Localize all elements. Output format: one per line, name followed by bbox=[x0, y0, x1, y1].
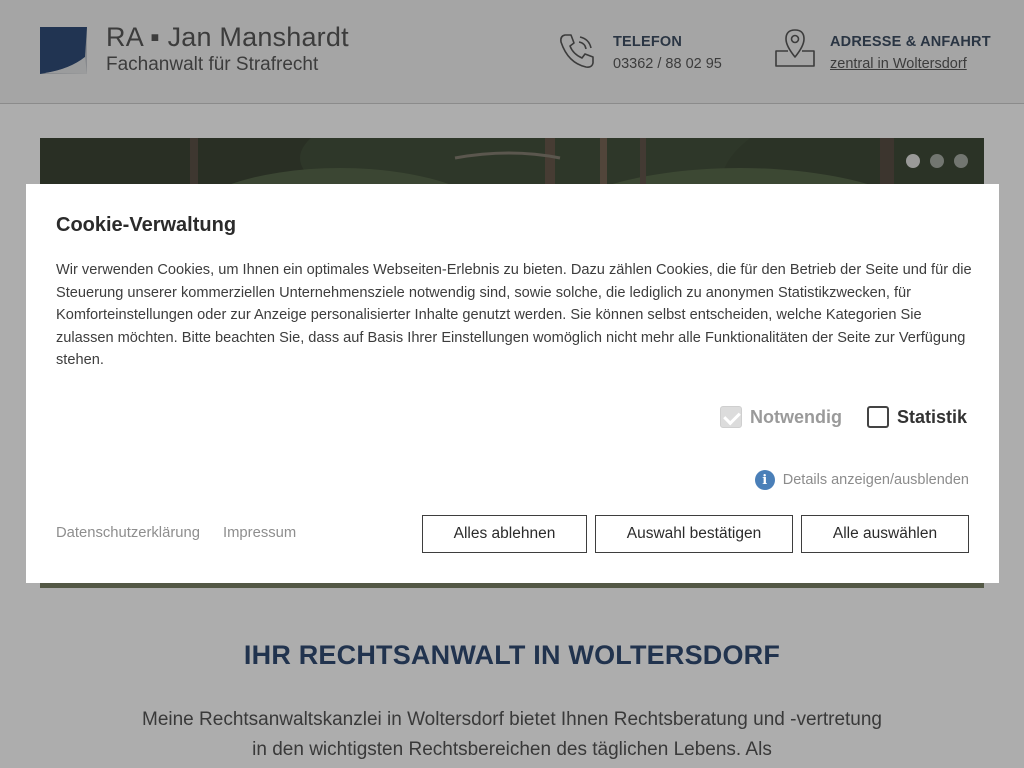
details-toggle-label[interactable]: Details anzeigen/ausblenden bbox=[783, 472, 969, 488]
option-statistics[interactable]: Statistik bbox=[867, 406, 967, 428]
required-checkbox bbox=[720, 406, 742, 428]
reject-all-button[interactable]: Alles ablehnen bbox=[422, 515, 587, 553]
info-icon[interactable]: i bbox=[754, 470, 775, 490]
privacy-link[interactable]: Datenschutzerklärung bbox=[56, 525, 200, 541]
confirm-selection-button[interactable]: Auswahl bestätigen bbox=[595, 515, 793, 553]
required-label: Notwendig bbox=[750, 406, 842, 427]
cookie-modal-title: Cookie-Verwaltung bbox=[56, 214, 237, 236]
cookie-modal-text: Wir verwenden Cookies, um Ihnen ein opti… bbox=[56, 262, 972, 368]
statistics-checkbox[interactable] bbox=[867, 406, 889, 428]
accept-all-button[interactable]: Alle auswählen bbox=[801, 515, 969, 553]
imprint-link[interactable]: Impressum bbox=[223, 525, 296, 541]
statistics-label[interactable]: Statistik bbox=[897, 407, 967, 428]
cookie-modal: Cookie-Verwaltung Wir verwenden Cookies,… bbox=[26, 184, 999, 583]
details-toggle[interactable]: i Details anzeigen/ausblenden bbox=[754, 470, 969, 490]
option-required: Notwendig bbox=[720, 406, 842, 428]
